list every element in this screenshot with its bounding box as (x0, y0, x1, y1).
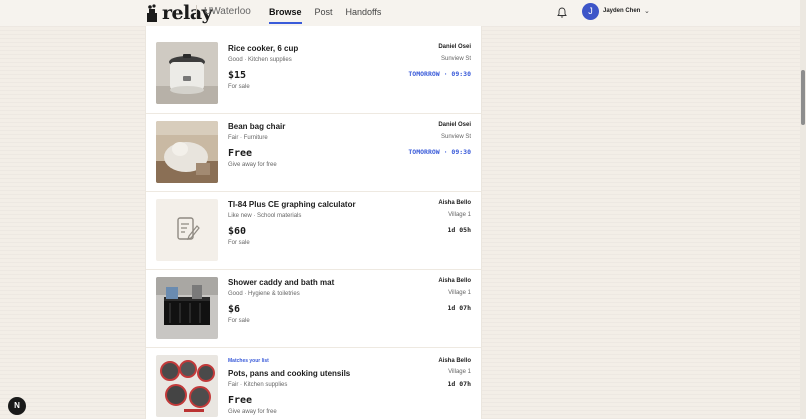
listing-row[interactable]: TI-84 Plus CE graphing calculator Like n… (146, 192, 481, 270)
listing-condition: Like new · School materials (228, 213, 302, 219)
listing-title[interactable]: Pots, pans and cooking utensils (228, 369, 350, 378)
listing-photo[interactable] (156, 42, 218, 104)
chevron-down-icon[interactable]: ⌄ (644, 7, 650, 15)
listing-row[interactable]: Bean bag chair Fair · Furniture Free Giv… (146, 114, 481, 192)
listing-type: For sale (228, 84, 250, 90)
listing-condition: Fair · Kitchen supplies (228, 382, 288, 388)
n-badge-icon[interactable]: N (8, 397, 26, 415)
listing-condition: Good · Hygiene & toiletries (228, 291, 300, 297)
seller-name[interactable]: Daniel Osei (438, 122, 471, 128)
listing-type: For sale (228, 318, 250, 324)
pots-pans-image (156, 355, 218, 417)
listing-feed: Rice cooker, 6 cup Good · Kitchen suppli… (145, 26, 482, 419)
seller-name[interactable]: Aisha Bello (438, 200, 471, 206)
listing-photo[interactable] (156, 277, 218, 339)
listing-title[interactable]: Bean bag chair (228, 122, 285, 131)
handoff-countdown: 1d 05h (447, 226, 471, 234)
nav-post[interactable]: Post (315, 7, 333, 24)
seller-location: Village 1 (448, 212, 471, 218)
match-badge: Matches your list (228, 358, 269, 364)
listing-price: $15 (228, 70, 247, 81)
listing-title[interactable]: Rice cooker, 6 cup (228, 44, 298, 53)
listing-condition: Good · Kitchen supplies (228, 57, 292, 63)
nav-browse[interactable]: Browse (269, 7, 302, 24)
listing-price: Free (228, 148, 253, 159)
handoff-countdown: 1d 07h (447, 304, 471, 312)
listing-price: $6 (228, 304, 241, 315)
listing-price: $60 (228, 226, 247, 237)
listing-row[interactable]: Rice cooker, 6 cup Good · Kitchen suppli… (146, 26, 481, 114)
handoff-countdown: 1d 07h (447, 380, 471, 388)
seller-name[interactable]: Aisha Bello (438, 278, 471, 284)
listing-title[interactable]: Shower caddy and bath mat (228, 278, 334, 287)
listing-type: For sale (228, 240, 250, 246)
scrollbar-thumb[interactable] (801, 70, 805, 125)
top-header: relay UWaterloo Browse Post Handoffs J J… (0, 0, 806, 26)
listing-photo-placeholder[interactable] (156, 199, 218, 261)
seller-name[interactable]: Aisha Bello (438, 358, 471, 364)
listing-row[interactable]: Shower caddy and bath mat Good · Hygiene… (146, 270, 481, 348)
user-avatar[interactable]: J (582, 3, 599, 20)
seller-name[interactable]: Daniel Osei (438, 44, 471, 50)
org-name: UWaterloo (196, 5, 251, 19)
seller-location: Village 1 (448, 369, 471, 375)
shower-caddy-image (156, 277, 218, 339)
listing-title[interactable]: TI-84 Plus CE graphing calculator (228, 200, 356, 209)
seller-location: Sunview St (440, 56, 471, 62)
listing-row[interactable]: Matches your list Pots, pans and cooking… (146, 348, 481, 419)
bell-icon[interactable] (557, 7, 567, 18)
listing-price: Free (228, 395, 253, 406)
listing-photo[interactable] (156, 121, 218, 183)
main-nav: Browse Post Handoffs (269, 7, 381, 24)
seller-location: Village 1 (448, 290, 471, 296)
nav-handoffs[interactable]: Handoffs (346, 7, 382, 24)
handoff-time: TOMORROW · 09:30 (408, 70, 471, 78)
page-scrollbar[interactable] (800, 0, 806, 419)
document-placeholder-icon (177, 217, 200, 240)
user-name[interactable]: Jayden Chen (603, 8, 640, 14)
seller-location: Sunview St (440, 134, 471, 140)
listing-photo[interactable] (156, 355, 218, 417)
logo-mark-icon (147, 4, 157, 22)
listing-condition: Fair · Furniture (228, 135, 268, 141)
listing-type: Give away for free (228, 409, 277, 415)
listing-type: Give away for free (228, 162, 277, 168)
rice-cooker-image (156, 42, 218, 104)
handoff-time: TOMORROW · 09:30 (408, 148, 471, 156)
bean-bag-image (156, 121, 218, 183)
